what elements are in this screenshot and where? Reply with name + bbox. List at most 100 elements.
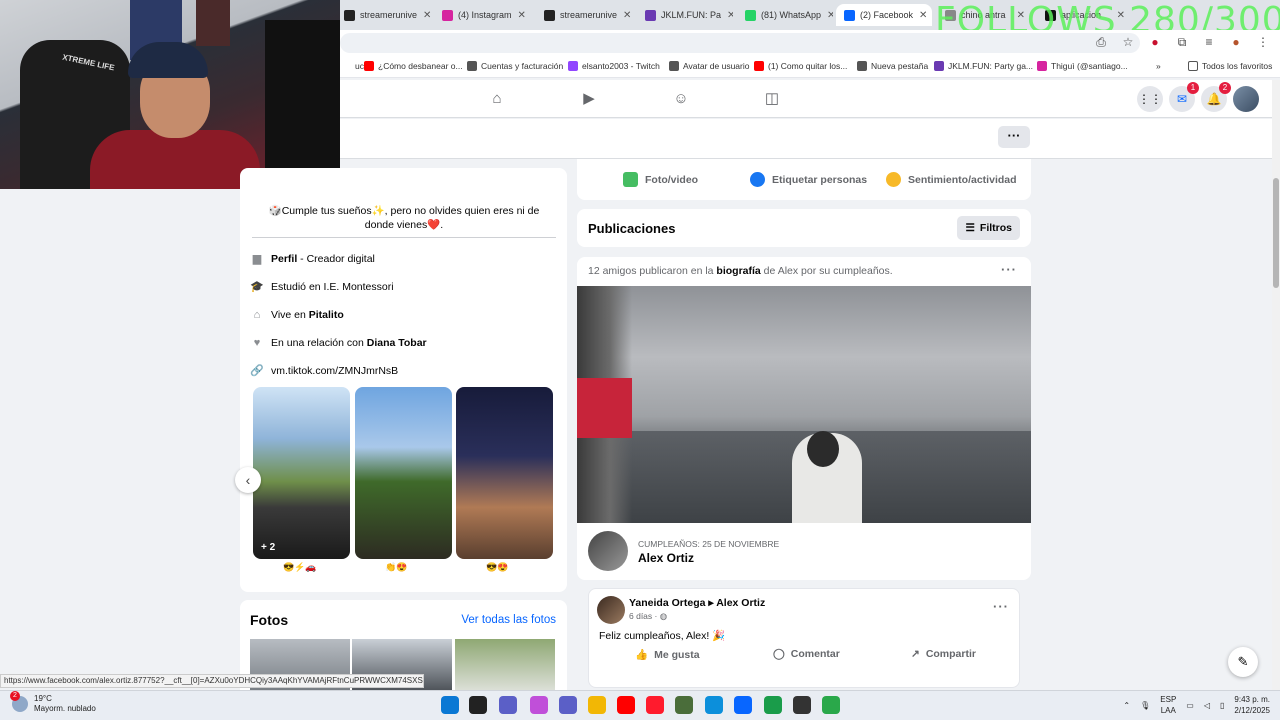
home-icon[interactable]: ⌂ — [488, 90, 506, 108]
close-tab-icon[interactable]: ✕ — [417, 10, 431, 21]
featured-story[interactable] — [456, 387, 553, 559]
browser-tab[interactable]: (81) WhatsApp ✕ — [737, 4, 833, 26]
browser-tab[interactable]: streamerunive ✕ — [336, 4, 432, 26]
share-button[interactable]: ↗ Compartir — [911, 648, 976, 660]
intro-detail: ⌂ Vive en Pitalito — [250, 309, 344, 321]
close-tab-icon[interactable]: ✕ — [821, 10, 833, 21]
opera-extension-icon[interactable]: ● — [1148, 35, 1162, 50]
network-icon[interactable]: ▭ — [1186, 701, 1194, 710]
account-avatar[interactable] — [1233, 86, 1259, 112]
opera-icon[interactable] — [646, 696, 664, 714]
video-icon[interactable]: ▶ — [580, 90, 598, 108]
start-icon[interactable] — [441, 696, 459, 714]
address-bar[interactable] — [340, 33, 1140, 53]
battery-icon[interactable]: ▯ — [1220, 701, 1224, 710]
close-tab-icon[interactable]: ✕ — [617, 10, 631, 21]
photo-thumbnail[interactable] — [455, 639, 555, 690]
browser-tab[interactable]: (2) Facebook ✕ — [836, 4, 932, 26]
post-options-button[interactable]: ··· — [993, 599, 1009, 614]
explorer-icon[interactable] — [588, 696, 606, 714]
chrome-dev-icon[interactable] — [793, 696, 811, 714]
featured-story[interactable]: + 2 — [253, 387, 350, 559]
teams-icon[interactable] — [559, 696, 577, 714]
language-indicator[interactable]: ESP LAA — [1160, 694, 1176, 716]
profile-icon[interactable]: ● — [1229, 35, 1243, 50]
media-icon[interactable]: ≡ — [1202, 35, 1216, 50]
groups-icon[interactable]: ☺ — [672, 90, 690, 108]
install-app-icon[interactable]: ⎙ — [1094, 35, 1108, 50]
globe-icon: ◍ — [659, 611, 668, 621]
post-author[interactable]: Yaneida Ortega — [629, 597, 705, 609]
browser-tab[interactable]: JKLM.FUN: Pa ✕ — [637, 4, 733, 26]
profile-more-button[interactable]: ··· — [998, 126, 1030, 148]
post-target[interactable]: Alex Ortiz — [716, 597, 765, 609]
close-tab-icon[interactable]: ✕ — [913, 10, 927, 21]
mic-icon[interactable]: 🎙 — [1140, 701, 1150, 710]
notifications-button[interactable]: 🔔 2 — [1201, 82, 1231, 112]
featured-count: + 2 — [261, 542, 276, 553]
gaming-icon[interactable]: ◫ — [763, 90, 781, 108]
tag-people-button[interactable]: Etiquetar personas — [750, 172, 867, 187]
messenger-button[interactable]: ✉ 1 — [1169, 82, 1199, 112]
all-favorites-folder[interactable]: Todos los favoritos — [1188, 61, 1272, 71]
wall-post: Yaneida Ortega ▸ Alex Ortiz 6 días · ◍ ·… — [588, 588, 1020, 688]
birthday-cover-photo[interactable] — [577, 286, 1031, 523]
windows-taskbar: 2 19°C Mayorm. nublado ⌃ 🎙 ESP LAA ▭ ◁ ▯ 9… — [0, 690, 1280, 720]
caret-right-icon: ▸ — [708, 597, 714, 609]
featured-caption: 😎😍 — [486, 562, 509, 572]
photo-video-button[interactable]: Foto/video — [623, 172, 698, 187]
feeling-activity-button[interactable]: Sentimiento/actividad — [886, 172, 1017, 187]
bookmark-item[interactable]: Nueva pestaña — [857, 61, 928, 71]
like-button[interactable]: 👍 Me gusta — [635, 648, 700, 662]
comment-button[interactable]: ◯ Comentar — [773, 648, 840, 660]
bookmark-favicon-icon — [857, 61, 867, 71]
bookmark-item[interactable]: elsanto2003 - Twitch — [568, 61, 660, 71]
post-time[interactable]: 6 días · ◍ — [629, 611, 667, 622]
copilot-icon[interactable] — [530, 696, 548, 714]
page-scrollbar[interactable] — [1272, 80, 1280, 690]
bookmark-item[interactable]: (1) Como quitar los... — [754, 61, 847, 71]
see-all-photos-link[interactable]: Ver todas las fotos — [461, 614, 556, 626]
bookmarks-overflow-button[interactable]: » — [1156, 61, 1161, 71]
briefcase-icon: ▆ — [252, 253, 262, 265]
volume-icon[interactable]: ◁ — [1204, 701, 1210, 710]
bookmark-item[interactable]: Avatar de usuario — [669, 61, 749, 71]
bookmark-item[interactable]: Cuentas y facturación — [467, 61, 563, 71]
new-message-button[interactable]: ✎ — [1228, 647, 1258, 677]
chrome-canary-icon[interactable] — [822, 696, 840, 714]
bookmark-item[interactable]: Thiguì (@santiago... — [1037, 61, 1128, 71]
featured-prev-button[interactable]: ‹ — [235, 467, 261, 493]
intro-detail[interactable]: 🔗 vm.tiktok.com/ZMNJmrNsB — [250, 365, 398, 377]
browser-tab[interactable]: streamerunive ✕ — [536, 4, 632, 26]
birthday-person-name[interactable]: Alex Ortiz — [638, 551, 694, 565]
browser-tab[interactable]: (4) Instagram ✕ — [434, 4, 530, 26]
close-tab-icon[interactable]: ✕ — [721, 10, 733, 21]
browser-menu-icon[interactable]: ⋮ — [1256, 35, 1270, 50]
chrome-icon[interactable] — [764, 696, 782, 714]
bookmark-star-icon[interactable]: ☆ — [1121, 35, 1135, 50]
bookmark-favicon-icon — [669, 61, 679, 71]
birthday-avatar[interactable] — [588, 531, 628, 571]
app-icon[interactable] — [675, 696, 693, 714]
filters-button[interactable]: ☰ Filtros — [957, 216, 1020, 240]
scrollbar-thumb[interactable] — [1273, 178, 1279, 288]
menu-grid-button[interactable]: ⋮⋮ — [1137, 86, 1163, 112]
meet-icon[interactable] — [499, 696, 517, 714]
youtube-icon[interactable] — [617, 696, 635, 714]
featured-story[interactable] — [355, 387, 452, 559]
extensions-icon[interactable]: ⧉ — [1175, 35, 1189, 50]
post-options-button[interactable]: ··· — [1001, 262, 1017, 277]
bookmark-item[interactable]: ¿Cómo desbanear o... — [364, 61, 463, 71]
chevron-up-icon[interactable]: ⌃ — [1123, 701, 1130, 710]
close-tab-icon[interactable]: ✕ — [512, 10, 526, 21]
share-icon: ↗ — [911, 648, 920, 660]
clock[interactable]: 9:43 p. m. 2/12/2025 — [1234, 694, 1270, 716]
bookmark-item[interactable]: JKLM.FUN: Party ga... — [934, 61, 1033, 71]
edge-icon[interactable] — [705, 696, 723, 714]
facebook-icon[interactable] — [734, 696, 752, 714]
author-avatar[interactable] — [597, 596, 625, 624]
weather-widget[interactable]: 2 19°C Mayorm. nublado — [10, 691, 96, 714]
intro-detail: ♥ En una relación con Diana Tobar — [250, 337, 427, 349]
files-icon[interactable] — [469, 696, 487, 714]
microphone — [265, 20, 340, 189]
